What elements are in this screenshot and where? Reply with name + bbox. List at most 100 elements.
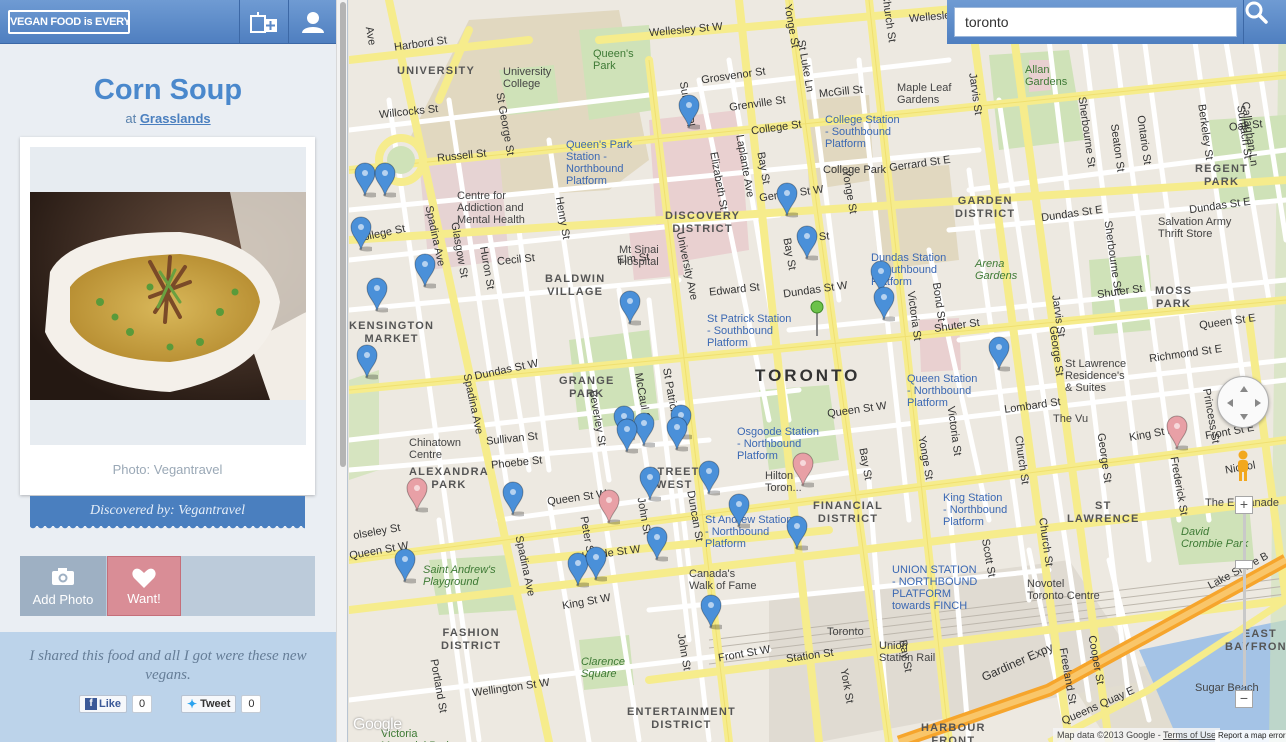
food-marker[interactable] [356, 344, 378, 380]
attribution-text: Map data ©2013 Google - [1057, 730, 1161, 740]
district-label: UNIVERSITY [397, 65, 476, 77]
discovered-by-ribbon: Discovered by: Vegantravel [30, 496, 305, 531]
tweet-button[interactable]: ✦ Tweet [181, 695, 237, 713]
poi-label: Allan Gardens [1025, 64, 1068, 88]
report-map-error-link[interactable]: Report a map error [1215, 730, 1286, 742]
poi-label: Maple Leaf Gardens [897, 82, 952, 106]
add-photo-button[interactable]: Add Photo [20, 556, 106, 616]
pegman-icon [1238, 450, 1248, 481]
food-marker[interactable] [502, 481, 524, 517]
food-marker[interactable] [796, 225, 818, 261]
zoom-slider-track[interactable] [1243, 514, 1246, 686]
food-marker[interactable] [598, 489, 620, 525]
food-marker[interactable] [414, 253, 436, 289]
like-count: 0 [132, 695, 153, 713]
user-button[interactable] [288, 0, 336, 44]
food-marker[interactable] [350, 216, 372, 252]
pan-control[interactable] [1217, 376, 1269, 428]
food-marker[interactable] [406, 477, 428, 513]
current-location-marker[interactable] [806, 300, 828, 336]
photo-credit: Photo: Vegantravel [112, 462, 223, 477]
top-bar: VEGAN FOOD is EVERYWHERE [0, 0, 336, 44]
food-marker[interactable] [616, 418, 638, 454]
poi-label: Mt Sinai Hospital [619, 244, 659, 268]
twitter-tweet: ✦ Tweet 0 [181, 695, 262, 713]
district-label: DISCOVERY DISTRICT [665, 210, 741, 235]
map-search-bar [947, 0, 1286, 44]
food-marker[interactable] [354, 162, 376, 198]
food-marker[interactable] [666, 416, 688, 452]
poi-label: Chinatown Centre [409, 437, 461, 461]
food-marker[interactable] [366, 277, 388, 313]
sidebar: VEGAN FOOD is EVERYWHERE Corn Soup [0, 0, 348, 742]
search-input[interactable] [954, 7, 1237, 37]
food-marker[interactable] [776, 182, 798, 218]
subway-station-label: St Patrick Station - Southbound Platform [707, 313, 792, 349]
food-marker[interactable] [639, 466, 661, 502]
search-button[interactable] [1243, 0, 1286, 44]
food-marker[interactable] [585, 546, 607, 582]
share-text: I shared this food and all I got were th… [29, 648, 307, 683]
park-label: Clarence Square [581, 656, 626, 680]
food-marker[interactable] [988, 336, 1010, 372]
poi-label: The Vu [1053, 413, 1089, 425]
google-logo[interactable]: Google [353, 716, 402, 734]
food-title: Corn Soup [93, 74, 243, 106]
food-marker[interactable] [394, 548, 416, 584]
poi-label: Arena Gardens [975, 258, 1018, 282]
road-label: College Park [823, 164, 886, 176]
district-label: GARDEN DISTRICT [955, 195, 1016, 220]
photo-frame [30, 147, 306, 445]
district-label: GRANGE PARK [559, 375, 615, 400]
like-label: Like [99, 698, 122, 710]
subway-station-label: Queen's Park Station - Northbound Platfo… [566, 139, 633, 187]
food-marker[interactable] [873, 286, 895, 322]
want-button[interactable]: Want! [107, 556, 181, 616]
district-label: REGENT PARK [1195, 163, 1249, 188]
terms-link[interactable]: Terms of Use [1163, 730, 1216, 740]
food-marker[interactable] [700, 594, 722, 630]
district-label: BALDWIN VILLAGE [545, 273, 606, 298]
food-marker[interactable] [646, 526, 668, 562]
twitter-bird-icon: ✦ [187, 697, 198, 711]
zoom-in-button[interactable]: + [1235, 496, 1253, 514]
food-marker[interactable] [374, 162, 396, 198]
district-label: FASHION DISTRICT [441, 627, 502, 652]
food-marker[interactable] [728, 493, 750, 529]
pan-control-icon [1227, 386, 1261, 420]
poi-label: Queen's Park [593, 48, 634, 72]
zoom-slider-handle[interactable] [1235, 560, 1253, 569]
subway-station-label: Queen Station - Northbound Platform [907, 373, 978, 409]
poi-label: University College [503, 66, 552, 90]
zoom-out-button[interactable]: − [1235, 690, 1253, 708]
at-prefix: at [125, 111, 137, 126]
poi-label: Toronto [827, 626, 864, 638]
food-marker[interactable] [698, 460, 720, 496]
street-view-pegman[interactable] [1231, 448, 1255, 484]
place-link[interactable]: Grasslands [140, 111, 211, 126]
food-marker[interactable] [786, 515, 808, 551]
add-food-button[interactable] [239, 0, 287, 44]
sidebar-scrollbar[interactable] [336, 0, 347, 742]
facebook-like: f Like 0 [79, 695, 153, 713]
food-marker[interactable] [1166, 415, 1188, 451]
poi-label: Novotel Toronto Centre [1027, 578, 1100, 602]
food-panel: Corn Soup at Grasslands Photo: Vegantrav… [0, 44, 336, 742]
district-label: FINANCIAL DISTRICT [813, 500, 884, 525]
search-icon [1245, 1, 1268, 24]
poi-label: Salvation Army Thrift Store [1158, 216, 1232, 240]
food-photo[interactable] [30, 192, 306, 400]
food-marker[interactable] [792, 452, 814, 488]
subway-station-label: UNION STATION - NORTHBOUND PLATFORM towa… [892, 564, 978, 612]
sidebar-scrollbar-thumb[interactable] [340, 2, 346, 467]
logo[interactable]: VEGAN FOOD is EVERYWHERE [8, 10, 130, 34]
poi-label: Union Station Rail [879, 640, 936, 664]
food-marker[interactable] [678, 94, 700, 130]
food-location: at Grasslands [0, 111, 336, 126]
share-section: I shared this food and all I got were th… [0, 632, 336, 742]
camera-icon [52, 568, 74, 585]
food-marker[interactable] [619, 290, 641, 326]
tweet-label: Tweet [200, 698, 231, 710]
facebook-like-button[interactable]: f Like [79, 695, 128, 713]
map[interactable]: Harbord St Wellesley St W Wellesley St E… [349, 0, 1286, 742]
